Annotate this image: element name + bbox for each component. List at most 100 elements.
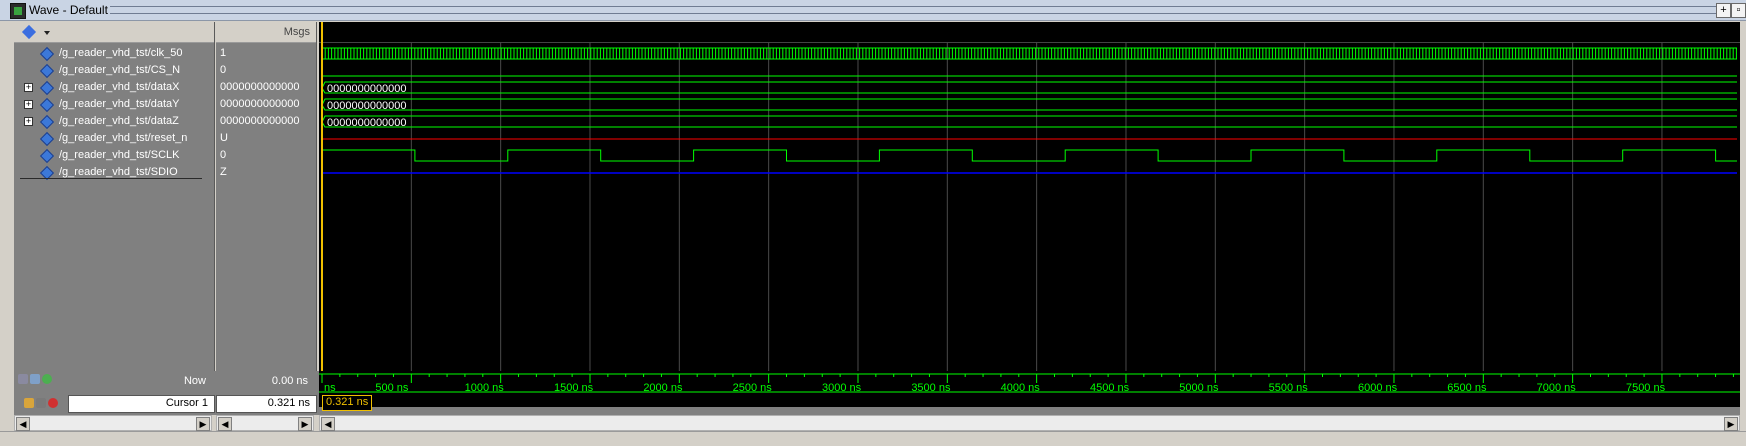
signal-value: 1 [220,47,227,59]
signal-diamond-icon [39,80,55,96]
signal-value: 0 [220,149,227,161]
axis-tick-label: 4000 ns [1001,382,1041,394]
now-label: Now [183,375,206,387]
footer-name-col: Now Cursor 1 [14,371,215,419]
cursor-label: Cursor 1 [165,397,208,409]
signal-diamond-icon [39,63,55,79]
status-strip [0,431,1746,446]
plus-cursor-icon[interactable] [42,374,52,384]
signal-value: 0000000000000 [220,81,300,93]
axis-tick-label: 7000 ns [1537,382,1577,394]
waveform-canvas[interactable]: 0000000000000 0000000000000 0000000000000 [319,22,1740,371]
expand-icon[interactable]: + [24,100,33,109]
axis-tick-label: 3000 ns [822,382,862,394]
axis-tick-label: ns [324,382,336,394]
value-hscrollbar[interactable]: ◀ ▶ [216,415,314,431]
signal-name-pane: /g_reader_vhd_tst/clk_50/g_reader_vhd_ts… [14,22,215,371]
lock-cursor-icon[interactable] [24,398,34,408]
bus-wave [321,98,1737,111]
signal-row[interactable]: + /g_reader_vhd_tst/dataY [14,96,214,113]
bus-wave [321,115,1737,128]
signal-diamond-icon [39,114,55,130]
time-axis[interactable]: ns 500 ns 1000 ns 1500 ns 2000 ns 2500 ns 3000… [319,371,1740,411]
now-value: 0.00 ns [271,375,308,387]
wave-hscrollbar[interactable]: ◀ ▶ [319,415,1740,431]
axis-tick-label: 1000 ns [465,382,505,394]
scroll-left-arrow-icon[interactable]: ◀ [218,417,232,431]
time-axis-canvas: ns 500 ns 1000 ns 1500 ns 2000 ns 2500 ns 3000… [319,373,1740,394]
signal-name: /g_reader_vhd_tst/dataX [59,81,180,93]
scroll-right-arrow-icon[interactable]: ▶ [196,417,210,431]
cursor-footer: Now Cursor 1 0.00 ns 0.321 ns ns 500 ns 10… [14,371,1740,419]
axis-tick-label: 6500 ns [1447,382,1487,394]
cursor-value: 0.321 ns [267,397,310,409]
undock-icon[interactable]: ▫ [1731,3,1746,18]
signal-diamond-icon [39,97,55,113]
expand-icon[interactable]: + [24,83,33,92]
signal-value: 0000000000000 [220,115,300,127]
clk-50-wave [321,47,1737,60]
scroll-left-arrow-icon[interactable]: ◀ [321,417,335,431]
axis-tick-label: 2500 ns [733,382,773,394]
cursor-value-field[interactable]: 0.321 ns [216,395,317,413]
bus-value-label: 0000000000000 [327,100,407,112]
add-cursor-icon[interactable] [18,374,28,384]
signal-row[interactable]: /g_reader_vhd_tst/clk_50 [14,45,214,62]
signal-row[interactable]: /g_reader_vhd_tst/reset_n [14,130,214,147]
add-pane-icon[interactable]: + [1716,3,1731,18]
scroll-right-arrow-icon[interactable]: ▶ [1724,417,1738,431]
signal-value: 0 [220,64,227,76]
sclk-wave [322,149,1737,162]
pin-cursor-icon[interactable] [36,398,46,408]
signal-value: 0000000000000 [220,98,300,110]
cursor-time-marker[interactable]: 0.321 ns [322,395,373,411]
signal-value: Z [220,166,227,178]
signal-name: /g_reader_vhd_tst/CS_N [59,64,181,76]
signal-row[interactable]: /g_reader_vhd_tst/CS_N [14,62,214,79]
bus-wave [321,81,1737,94]
axis-tick-label: 3500 ns [911,382,951,394]
footer-value-col: 0.00 ns 0.321 ns [216,371,317,419]
waveform-pane[interactable]: 0000000000000 0000000000000 0000000000000 [319,22,1740,371]
bus-value-label: 0000000000000 [327,83,407,95]
axis-tick-label: 1500 ns [554,382,594,394]
scroll-left-arrow-icon[interactable]: ◀ [16,417,30,431]
scroll-right-arrow-icon[interactable]: ▶ [298,417,312,431]
signal-value: U [220,132,228,144]
scrollbar-row: ◀ ▶ ◀ ▶ ◀ ▶ [0,415,1746,431]
value-header: Msgs [216,22,316,43]
signal-name: /g_reader_vhd_tst/dataY [59,98,180,110]
axis-tick-label: 6000 ns [1358,382,1398,394]
wave-window-icon [10,3,26,19]
delete-cursor-icon[interactable] [48,398,58,408]
signal-diamond-icon [39,131,55,147]
signal-diamond-icon [39,46,55,62]
titlebar-grip[interactable] [110,6,1716,14]
signal-row[interactable]: + /g_reader_vhd_tst/dataX [14,79,214,96]
msgs-label: Msgs [283,26,310,38]
window-titlebar: Wave - Default + ▫ [0,0,1746,21]
signal-name: /g_reader_vhd_tst/SCLK [59,149,180,161]
signal-name: /g_reader_vhd_tst/reset_n [59,132,188,144]
axis-tick-label: 2000 ns [643,382,683,394]
bus-value-label: 0000000000000 [327,117,407,129]
axis-tick-label: 5500 ns [1269,382,1309,394]
signal-name-header [14,22,214,43]
signal-name: /g_reader_vhd_tst/dataZ [59,115,179,127]
signal-name: /g_reader_vhd_tst/clk_50 [59,47,183,59]
signal-row[interactable]: + /g_reader_vhd_tst/dataZ [14,113,214,130]
edit-cursor-icon[interactable] [30,374,40,384]
signal-diamond-icon [39,148,55,164]
name-hscrollbar[interactable]: ◀ ▶ [14,415,212,431]
signal-name: /g_reader_vhd_tst/SDIO [59,166,178,178]
signal-list-divider [20,178,202,179]
signal-value-pane: Msgs 1 0 0000000000000 0000000000000 0000000… [216,22,317,371]
axis-tick-label: 7500 ns [1626,382,1666,394]
axis-tick-label: 4500 ns [1090,382,1130,394]
wave-tools-dropdown-icon[interactable] [22,25,50,39]
axis-tick-label: 500 ns [375,382,409,394]
signal-row[interactable]: /g_reader_vhd_tst/SCLK [14,147,214,164]
axis-tick-label: 5000 ns [1179,382,1219,394]
expand-icon[interactable]: + [24,117,33,126]
cursor-name-field[interactable]: Cursor 1 [68,395,215,413]
